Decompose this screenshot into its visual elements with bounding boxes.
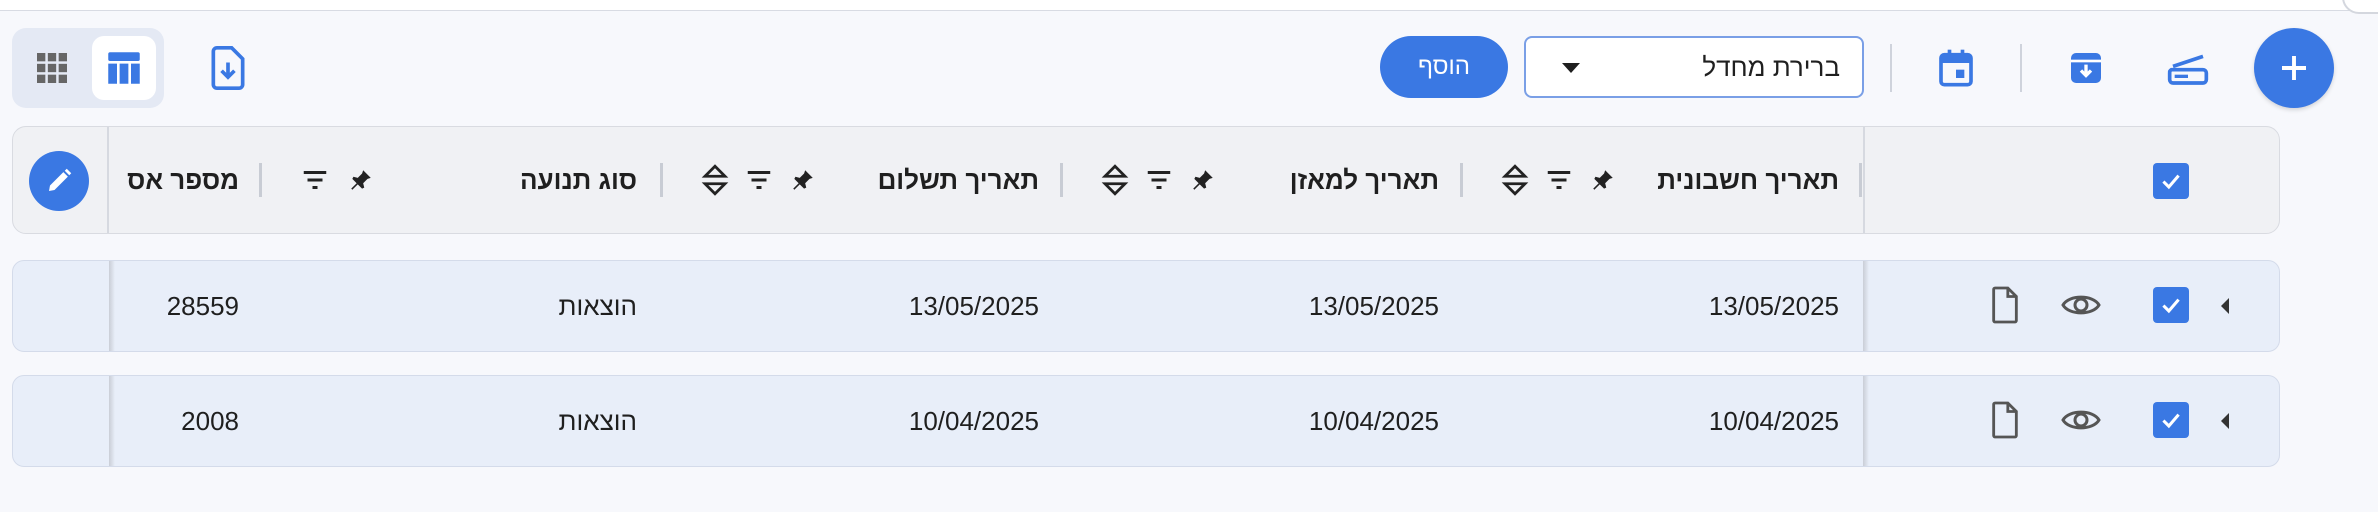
cell-invoice-date: 13/05/2025: [1708, 290, 1839, 321]
pin-icon[interactable]: [1185, 162, 1221, 198]
eye-icon: [2061, 295, 2101, 315]
cell-balance-date: 13/05/2025: [1308, 290, 1439, 321]
header-label: תאריך חשבונית: [1657, 164, 1839, 195]
header-label: תאריך תשלום: [877, 164, 1039, 195]
header-doc-number[interactable]: מספר אס: [109, 127, 239, 233]
cell-invoice-date: 10/04/2025: [1708, 405, 1839, 436]
select-all-checkbox[interactable]: [2153, 163, 2189, 199]
cell-doc-number: 2008: [181, 405, 239, 436]
cell-payment-date: 10/04/2025: [908, 405, 1039, 436]
toolbar-divider: [1890, 44, 1892, 92]
header-balance-date-tools: [1097, 127, 1221, 233]
filter-icon[interactable]: [1541, 162, 1577, 198]
add-button[interactable]: הוסף: [1380, 36, 1508, 98]
column-shadow: [1863, 376, 1869, 466]
header-invoice-date-tools: [1497, 127, 1621, 233]
view-button[interactable]: [2059, 398, 2103, 442]
sort-icon[interactable]: [697, 162, 733, 198]
column-divider: [1863, 127, 1865, 233]
checkmark-icon: [2162, 298, 2180, 314]
header-separator: [1859, 163, 1862, 197]
header-payment-date-tools: [697, 127, 821, 233]
add-record-button[interactable]: [2254, 28, 2334, 108]
header-label: מספר אס: [127, 164, 239, 195]
cell-doc-number: 28559: [166, 290, 239, 321]
file-download-icon: [211, 46, 245, 90]
cell-movement-type: הוצאות: [558, 405, 637, 436]
cell-movement-type: הוצאות: [558, 290, 637, 321]
table-row[interactable]: 28559 הוצאות 13/05/2025 13/05/2025 13/05…: [12, 260, 2280, 352]
checkmark-icon: [2162, 174, 2180, 190]
scanner-icon: [2167, 54, 2209, 85]
grid-icon: [37, 53, 67, 83]
header-balance-date[interactable]: תאריך למאזן: [1263, 127, 1439, 233]
calendar-icon: [1939, 49, 1973, 87]
scanner-button[interactable]: [2152, 32, 2224, 104]
edit-columns-button[interactable]: [29, 151, 89, 211]
calendar-button[interactable]: [1920, 32, 1992, 104]
header-separator: [1060, 163, 1063, 197]
row-checkbox[interactable]: [2153, 287, 2189, 323]
document-button[interactable]: [1983, 398, 2027, 442]
pencil-icon: [49, 168, 72, 191]
sort-icon[interactable]: [1497, 162, 1533, 198]
header-payment-date[interactable]: תאריך תשלום: [863, 127, 1039, 233]
header-label: סוג תנועה: [519, 164, 637, 195]
grid-view-button[interactable]: [20, 36, 84, 100]
table-view-button[interactable]: [92, 36, 156, 100]
chevron-down-icon: [1562, 63, 1580, 73]
filter-icon[interactable]: [297, 162, 333, 198]
header-separator: [259, 163, 262, 197]
header-separator: [1460, 163, 1463, 197]
column-shadow: [1863, 261, 1869, 351]
edge-button[interactable]: [2342, 0, 2378, 14]
cell-balance-date: 10/04/2025: [1308, 405, 1439, 436]
eye-icon: [2061, 410, 2101, 430]
pin-icon[interactable]: [785, 162, 821, 198]
header-invoice-date[interactable]: תאריך חשבונית: [1649, 127, 1839, 233]
cell-payment-date: 13/05/2025: [908, 290, 1039, 321]
table-icon: [108, 52, 140, 84]
document-button[interactable]: [1983, 283, 2027, 327]
filter-icon[interactable]: [741, 162, 777, 198]
toolbar-divider: [2020, 44, 2022, 92]
view-toggle: [12, 28, 164, 108]
header-movement-type[interactable]: סוג תנועה: [493, 127, 637, 233]
view-button[interactable]: [2059, 283, 2103, 327]
header-separator: [660, 163, 663, 197]
pin-icon[interactable]: [1585, 162, 1621, 198]
filter-icon[interactable]: [1141, 162, 1177, 198]
expand-row-icon[interactable]: [2221, 413, 2229, 429]
header-label: תאריך למאזן: [1289, 164, 1439, 195]
header-doc-number-tools: [297, 127, 379, 233]
document-icon: [1992, 286, 2018, 324]
table-row[interactable]: 2008 הוצאות 10/04/2025 10/04/2025 10/04/…: [12, 375, 2280, 467]
export-file-button[interactable]: [192, 32, 264, 104]
expand-row-icon[interactable]: [2221, 298, 2229, 314]
select-value: ברירת מחדל: [1702, 52, 1840, 82]
top-border: [0, 0, 2378, 11]
sort-icon[interactable]: [1097, 162, 1133, 198]
plus-icon: [2282, 56, 2306, 80]
checkmark-icon: [2162, 413, 2180, 429]
archive-download-button[interactable]: [2050, 32, 2122, 104]
row-checkbox[interactable]: [2153, 402, 2189, 438]
table-header: מספר אס סוג תנועה תאריך תשלום תאריך למאז…: [12, 126, 2280, 234]
document-icon: [1992, 401, 2018, 439]
pin-icon[interactable]: [343, 162, 379, 198]
view-preset-select[interactable]: ברירת מחדל: [1524, 36, 1864, 98]
archive-download-icon: [2071, 53, 2101, 83]
